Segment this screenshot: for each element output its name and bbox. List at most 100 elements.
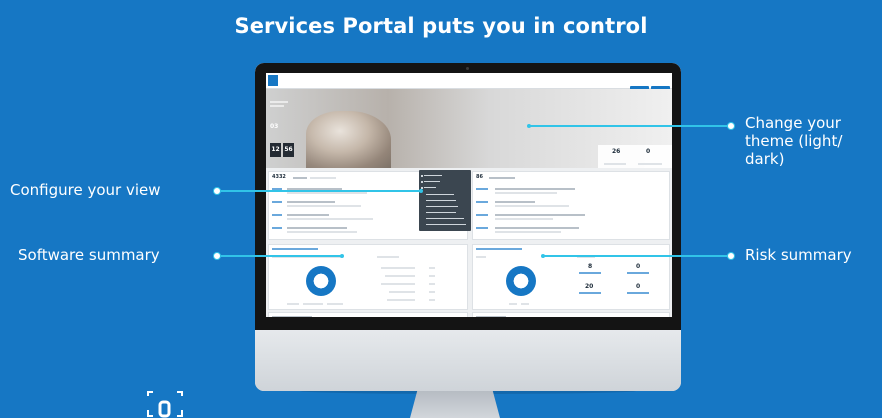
row-line bbox=[287, 227, 347, 229]
legend-line bbox=[509, 303, 517, 305]
kpi-label-line bbox=[579, 292, 601, 294]
software-donut-chart bbox=[306, 266, 336, 296]
connector-risk bbox=[544, 255, 728, 257]
right-widget-count: 86 bbox=[476, 174, 483, 180]
row-line bbox=[287, 192, 367, 194]
risk-kpi-3: 20 bbox=[585, 283, 594, 290]
hero-line bbox=[270, 101, 288, 103]
left-widget-count: 4332 bbox=[272, 174, 286, 180]
connector-theme bbox=[530, 125, 728, 127]
menu-subitem[interactable] bbox=[426, 206, 458, 208]
callout-dot-risk bbox=[727, 252, 735, 260]
brand-logo-icon bbox=[145, 390, 185, 418]
panel-title-line bbox=[272, 316, 312, 317]
row-line bbox=[287, 201, 335, 203]
camera-dot bbox=[466, 67, 469, 70]
row-line bbox=[495, 227, 579, 229]
menu-subitem[interactable] bbox=[426, 224, 466, 226]
risk-summary-panel: 8 0 20 0 bbox=[472, 244, 670, 310]
table-line bbox=[389, 291, 415, 293]
row-line bbox=[495, 192, 557, 194]
legend-line bbox=[303, 303, 323, 305]
legend-line bbox=[521, 303, 529, 305]
monitor-chin bbox=[255, 330, 681, 391]
menu-bullet bbox=[421, 181, 423, 183]
callout-configure-view: Configure your view bbox=[10, 181, 161, 199]
legend-line bbox=[327, 303, 343, 305]
row-line bbox=[272, 201, 282, 203]
endcap-configure bbox=[419, 189, 423, 193]
bottom-left-panel bbox=[268, 312, 468, 317]
stat-label-line bbox=[638, 163, 662, 165]
headline: Services Portal puts you in control bbox=[234, 14, 648, 38]
menu-subitem[interactable] bbox=[426, 200, 456, 202]
callout-risk-summary: Risk summary bbox=[745, 246, 852, 264]
kpi-label-line bbox=[627, 272, 649, 274]
table-line bbox=[429, 283, 435, 285]
row-line bbox=[272, 214, 282, 216]
risk-kpi-1: 8 bbox=[588, 263, 593, 270]
row-line bbox=[495, 231, 561, 233]
row-line bbox=[495, 188, 575, 190]
table-line bbox=[387, 299, 415, 301]
panel-title-line bbox=[476, 248, 522, 250]
table-line bbox=[429, 291, 435, 293]
date-tile-day: 12 bbox=[270, 143, 281, 157]
hero-line bbox=[270, 105, 284, 107]
row-line bbox=[495, 218, 553, 220]
row-line bbox=[476, 214, 488, 216]
bottom-right-panel bbox=[472, 312, 670, 317]
menu-item[interactable] bbox=[424, 187, 436, 189]
callout-change-theme: Change your theme (light/ dark) bbox=[745, 114, 843, 168]
row-line bbox=[476, 188, 488, 190]
legend-line bbox=[287, 303, 299, 305]
risk-kpi-4: 0 bbox=[636, 283, 641, 290]
panel-title-line bbox=[272, 248, 318, 250]
subheader-line bbox=[377, 256, 399, 258]
hero-stat-1: 26 bbox=[612, 148, 621, 155]
table-line bbox=[385, 275, 415, 277]
callout-dot-theme bbox=[727, 122, 735, 130]
menu-subitem[interactable] bbox=[426, 218, 464, 220]
panel-line bbox=[293, 177, 307, 179]
risk-donut-chart bbox=[506, 266, 536, 296]
hero-stats: 26 0 bbox=[598, 145, 672, 168]
table-line bbox=[429, 267, 435, 269]
date-tile-minute: 56 bbox=[283, 143, 294, 157]
risk-kpi-2: 0 bbox=[636, 263, 641, 270]
monitor-stand bbox=[410, 391, 500, 418]
row-line bbox=[287, 214, 329, 216]
right-widget-panel: 86 bbox=[472, 171, 670, 240]
app-logo-icon bbox=[268, 75, 278, 86]
configure-view-menu[interactable] bbox=[419, 170, 471, 231]
endcap-software bbox=[340, 254, 344, 258]
table-line bbox=[429, 299, 435, 301]
table-line bbox=[429, 275, 435, 277]
row-line bbox=[495, 201, 535, 203]
menu-subitem[interactable] bbox=[426, 212, 456, 214]
connector-software bbox=[221, 255, 342, 257]
table-line bbox=[381, 267, 415, 269]
hero-value: 03 bbox=[270, 123, 279, 130]
callout-dot-configure bbox=[213, 187, 221, 195]
portal-screen: 03 12 56 26 0 4332 86 8 0 20 0 bbox=[266, 73, 672, 317]
row-line bbox=[495, 205, 569, 207]
row-line bbox=[476, 201, 488, 203]
row-line bbox=[287, 231, 357, 233]
kpi-label-line bbox=[627, 292, 649, 294]
menu-subitem[interactable] bbox=[426, 194, 454, 196]
menu-item[interactable] bbox=[424, 181, 440, 183]
connector-configure bbox=[221, 190, 421, 192]
row-line bbox=[476, 227, 488, 229]
menu-item[interactable] bbox=[424, 175, 442, 177]
app-header bbox=[266, 73, 672, 89]
menu-bullet bbox=[421, 175, 423, 177]
panel-title-line bbox=[476, 316, 506, 317]
hero-image bbox=[306, 111, 391, 168]
stat-label-line bbox=[604, 163, 626, 165]
row-line bbox=[272, 227, 282, 229]
kpi-label-line bbox=[579, 272, 601, 274]
panel-line bbox=[489, 177, 515, 179]
hero-stat-2: 0 bbox=[646, 148, 651, 155]
table-line bbox=[381, 283, 415, 285]
